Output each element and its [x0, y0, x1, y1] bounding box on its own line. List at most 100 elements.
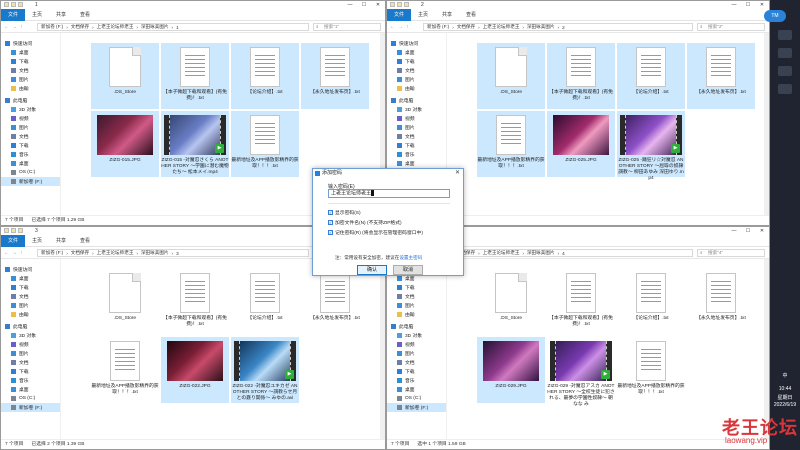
breadcrumb[interactable]: 新加卷 (F:) › 文档保存 › 上老王论坛师老王 › 深田咏美图片 › 3 [37, 249, 309, 257]
floating-badge[interactable]: TM [764, 10, 786, 22]
close-button[interactable]: ✕ [371, 1, 385, 9]
breadcrumb-item[interactable]: 4 [562, 251, 565, 256]
breadcrumb-item[interactable]: 深田咏美图片 [527, 24, 555, 30]
forward-icon[interactable]: → [12, 24, 17, 30]
nav-item[interactable]: 下载 [1, 283, 60, 292]
file-item[interactable]: ▶ ZIZG-029 -対魔忍アスカ ANOTHER STORY ～全校生徒に犯さ… [547, 337, 615, 407]
forward-icon[interactable]: → [12, 250, 17, 256]
file-item[interactable]: 【永久地址发布页】.txt [687, 43, 755, 109]
nav-item[interactable]: 由翰 [387, 84, 446, 93]
nav-item[interactable]: 桌面 [1, 385, 60, 394]
nav-item[interactable]: 由翰 [1, 310, 60, 319]
nav-item[interactable]: 下载 [387, 57, 446, 66]
breadcrumb-item[interactable]: 新加卷 (F:) [41, 250, 63, 256]
scrollbar[interactable] [764, 33, 769, 215]
nav-item[interactable]: 图片 [1, 301, 60, 310]
app-icon[interactable] [778, 48, 792, 58]
nav-item[interactable]: 图片 [387, 349, 446, 358]
app-icon[interactable] [778, 84, 792, 94]
close-button[interactable]: ✕ [755, 227, 769, 235]
ribbon-tab[interactable]: 查看 [459, 9, 483, 21]
nav-item[interactable]: 桌面 [1, 48, 60, 57]
ribbon-tab[interactable]: 共享 [49, 235, 73, 247]
file-item[interactable]: 最新地址及APP播放影精界的获取！！！.txt [231, 111, 299, 177]
search-input[interactable]: ⌕ 搜索"4" [697, 249, 765, 257]
nav-item[interactable]: 音乐 [1, 376, 60, 385]
toolbar-icon[interactable] [18, 2, 23, 7]
breadcrumb-item[interactable]: 文档保存 [71, 250, 89, 256]
nav-item[interactable]: 视频 [1, 340, 60, 349]
ribbon-tab[interactable]: 主页 [25, 235, 49, 247]
back-icon[interactable]: ← [390, 24, 395, 30]
file-item[interactable]: 【本子微超下载和观看】(有免费)！.txt [547, 269, 615, 335]
ribbon-tab[interactable]: 文件 [387, 8, 412, 21]
file-item[interactable]: ZIZG-022.JPG [161, 337, 229, 403]
toolbar-icon[interactable] [11, 228, 16, 233]
nav-item[interactable]: 文档 [1, 292, 60, 301]
nav-item[interactable]: 音乐 [387, 376, 446, 385]
nav-item[interactable]: 桌面 [1, 274, 60, 283]
nav-item[interactable]: 此电脑 [387, 96, 446, 105]
nav-item[interactable]: 3D 对象 [387, 105, 446, 114]
nav-item[interactable]: 下载 [1, 367, 60, 376]
nav-item[interactable]: 图片 [1, 349, 60, 358]
breadcrumb[interactable]: 新加卷 (F:) › 文档保存 › 上老王论坛师老王 › 深田咏美图片 › 2 [423, 23, 693, 31]
nav-item[interactable]: 新加卷 (F:) [1, 177, 60, 186]
nav-item[interactable]: OS (C:) [1, 394, 60, 403]
breadcrumb-item[interactable]: 文档保存 [457, 24, 475, 30]
breadcrumb-item[interactable]: 2 [562, 25, 565, 30]
nav-item[interactable]: 下载 [387, 141, 446, 150]
breadcrumb-item[interactable]: 深田咏美图片 [527, 250, 555, 256]
ribbon-tab[interactable]: 共享 [49, 9, 73, 21]
nav-item[interactable]: 文档 [1, 358, 60, 367]
file-item[interactable]: 最新地址及APP播放影精界的获取！！！.txt [617, 337, 685, 403]
nav-item[interactable]: 3D 对象 [387, 331, 446, 340]
nav-item[interactable]: 文档 [387, 132, 446, 141]
minimize-button[interactable]: — [343, 1, 357, 9]
nav-item[interactable]: 桌面 [387, 48, 446, 57]
nav-item[interactable]: 文档 [387, 292, 446, 301]
nav-item[interactable]: 文档 [1, 132, 60, 141]
cancel-button[interactable]: 取消 [393, 265, 423, 275]
nav-item[interactable]: 下载 [1, 57, 60, 66]
nav-item[interactable]: 快速访问 [1, 39, 60, 48]
ribbon-tab[interactable]: 共享 [435, 9, 459, 21]
file-item[interactable]: ZIZG-025.JPG [547, 111, 615, 177]
ribbon-tab[interactable]: 查看 [73, 235, 97, 247]
maximize-button[interactable]: ☐ [741, 1, 755, 9]
scrollbar[interactable] [380, 259, 385, 439]
close-button[interactable]: ✕ [755, 1, 769, 9]
breadcrumb-item[interactable]: 文档保存 [71, 24, 89, 30]
nav-item[interactable]: 此电脑 [387, 322, 446, 331]
breadcrumb-item[interactable]: 上老王论坛师老王 [483, 24, 520, 30]
back-icon[interactable]: ← [4, 250, 9, 256]
password-input[interactable]: 上老王论坛师老王 [328, 189, 450, 198]
nav-item[interactable]: 图片 [1, 75, 60, 84]
file-item[interactable]: 最新地址及APP播放影精界的获取！！！.txt [91, 337, 159, 403]
dialog-close-icon[interactable]: ✕ [455, 169, 460, 178]
nav-item[interactable]: 视频 [387, 340, 446, 349]
nav-item[interactable]: OS (C:) [387, 394, 446, 403]
nav-item[interactable]: 桌面 [1, 159, 60, 168]
clock-time[interactable]: 10:44 [770, 386, 800, 392]
nav-item[interactable]: 文档 [387, 358, 446, 367]
file-item[interactable]: 【论坛介绍】.txt [231, 43, 299, 109]
input-method-indicator[interactable]: 中 [770, 372, 800, 379]
nav-item[interactable]: 快速访问 [387, 39, 446, 48]
nav-item[interactable]: 文档 [1, 66, 60, 75]
nav-item[interactable]: 3D 对象 [1, 331, 60, 340]
app-icon[interactable] [778, 66, 792, 76]
breadcrumb[interactable]: 新加卷 (F:) › 文档保存 › 上老王论坛师老王 › 深田咏美图片 › 1 [37, 23, 309, 31]
breadcrumb-item[interactable]: 上老王论坛师老王 [483, 250, 520, 256]
file-item[interactable]: .DS_Store [477, 269, 545, 335]
nav-item[interactable]: 快速访问 [1, 265, 60, 274]
up-icon[interactable]: ↑ [406, 24, 409, 30]
encrypt-filename-checkbox[interactable]: ✓ 加密文件名(N) (不支持ZIP格式) [328, 219, 402, 226]
breadcrumb-item[interactable]: 深田咏美图片 [141, 250, 169, 256]
nav-item[interactable]: 下载 [387, 367, 446, 376]
breadcrumb-item[interactable]: 3 [176, 251, 179, 256]
file-item[interactable]: 【本子微超下载和观看】(有免费)！.txt [161, 269, 229, 335]
breadcrumb-item[interactable]: 1 [176, 25, 179, 30]
back-icon[interactable]: ← [4, 24, 9, 30]
minimize-button[interactable]: — [727, 1, 741, 9]
